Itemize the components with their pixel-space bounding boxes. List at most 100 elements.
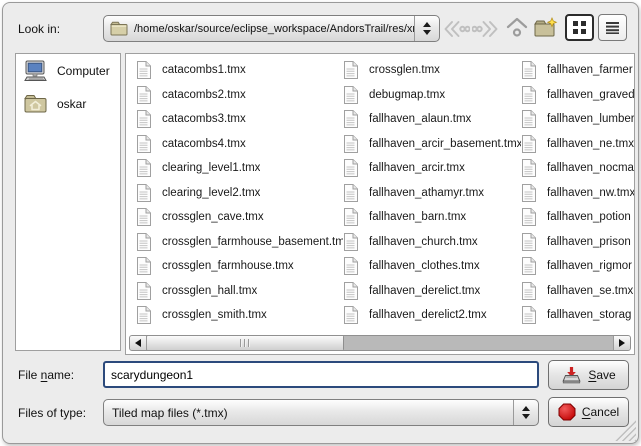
sidebar-item-computer[interactable]: Computer [16, 54, 120, 88]
file-name-label: fallhaven_potion [547, 211, 631, 223]
document-icon [521, 233, 536, 251]
document-icon [521, 110, 536, 128]
file-name-label: fallhaven_arcir_basement.tmx [369, 138, 521, 150]
file-item[interactable]: crossglen_cave.tmx [136, 205, 343, 230]
file-item[interactable]: fallhaven_graved [521, 83, 635, 108]
sidebar-item-oskar[interactable]: oskar [16, 88, 120, 119]
document-icon [343, 159, 358, 177]
save-button[interactable]: Save [548, 360, 629, 390]
file-name-label: clearing_level2.tmx [162, 187, 260, 199]
document-icon [136, 184, 151, 202]
list-view-button[interactable] [598, 14, 627, 41]
document-icon [521, 306, 536, 324]
file-list-grid: catacombs1.tmx catacombs2.tmx catacombs3… [136, 58, 634, 328]
file-item[interactable]: fallhaven_clothes.tmx [343, 254, 521, 279]
scroll-right-icon [619, 339, 625, 347]
file-item[interactable]: fallhaven_arcir.tmx [343, 156, 521, 181]
document-icon [521, 208, 536, 226]
file-item[interactable]: fallhaven_potion [521, 205, 635, 230]
file-item[interactable]: crossglen_farmhouse_basement.tmx [136, 230, 343, 255]
home-folder-icon [24, 94, 48, 113]
grid-view-button[interactable] [565, 14, 594, 41]
file-item[interactable]: crossglen_hall.tmx [136, 279, 343, 304]
file-name-label: fallhaven_alaun.tmx [369, 113, 471, 125]
file-item[interactable]: debugmap.tmx [343, 83, 521, 108]
file-name-label: crossglen_farmhouse_basement.tmx [162, 236, 343, 248]
file-item[interactable]: fallhaven_storag [521, 303, 635, 328]
file-item[interactable]: fallhaven_derelict2.tmx [343, 303, 521, 328]
horizontal-scrollbar[interactable] [129, 335, 631, 351]
file-name-label: catacombs2.tmx [162, 89, 246, 101]
file-item[interactable]: fallhaven_lumber [521, 107, 635, 132]
file-item[interactable]: fallhaven_ne.tmx [521, 132, 635, 157]
file-item[interactable]: catacombs4.tmx [136, 132, 343, 157]
file-name-label: fallhaven_nw.tmx [547, 187, 635, 199]
file-item[interactable]: catacombs2.tmx [136, 83, 343, 108]
look-in-spinner[interactable] [414, 16, 439, 41]
document-icon [136, 61, 151, 79]
file-name-label: fallhaven_lumber [547, 113, 635, 125]
document-icon [343, 61, 358, 79]
file-item[interactable]: fallhaven_arcir_basement.tmx [343, 132, 521, 157]
document-icon [343, 257, 358, 275]
look-in-label: Look in: [18, 22, 60, 36]
file-name-label: fallhaven_derelict2.tmx [369, 309, 487, 321]
document-icon [521, 257, 536, 275]
document-icon [136, 208, 151, 226]
file-item[interactable]: fallhaven_rigmor [521, 254, 635, 279]
file-item[interactable]: clearing_level1.tmx [136, 156, 343, 181]
document-icon [136, 135, 151, 153]
file-item[interactable]: fallhaven_nw.tmx [521, 181, 635, 206]
file-item[interactable]: crossglen.tmx [343, 58, 521, 83]
file-item[interactable]: fallhaven_derelict.tmx [343, 279, 521, 304]
file-name-label: clearing_level1.tmx [162, 162, 260, 174]
back-button[interactable] [443, 17, 469, 41]
file-item[interactable]: fallhaven_church.tmx [343, 230, 521, 255]
file-name-label: fallhaven_storag [547, 309, 631, 321]
up-folder-button[interactable] [504, 15, 530, 39]
file-item[interactable]: crossglen_smith.tmx [136, 303, 343, 328]
file-name-label: fallhaven_farmer [547, 64, 633, 76]
file-item[interactable]: crossglen_farmhouse.tmx [136, 254, 343, 279]
file-name-label: fallhaven_rigmor [547, 260, 632, 272]
scroll-right-button[interactable] [613, 336, 630, 350]
files-of-type-combobox[interactable]: Tiled map files (*.tmx) [103, 399, 539, 426]
file-item[interactable]: catacombs3.tmx [136, 107, 343, 132]
file-name-input[interactable] [103, 361, 539, 388]
look-in-path: /home/oskar/source/eclipse_workspace/And… [128, 23, 414, 35]
file-name-label: fallhaven_clothes.tmx [369, 260, 480, 272]
cancel-button[interactable]: Cancel [548, 397, 629, 427]
spinner-down-icon [522, 414, 530, 419]
forward-button[interactable] [472, 17, 498, 41]
document-icon [136, 110, 151, 128]
file-item[interactable]: fallhaven_barn.tmx [343, 205, 521, 230]
document-icon [343, 184, 358, 202]
file-name-label: crossglen_cave.tmx [162, 211, 264, 223]
file-name-field-label: File name: [18, 368, 74, 382]
file-name-label: fallhaven_se.tmx [547, 285, 633, 297]
look-in-combobox[interactable]: /home/oskar/source/eclipse_workspace/And… [103, 15, 440, 42]
scroll-left-button[interactable] [130, 336, 147, 350]
save-icon [561, 366, 582, 384]
document-icon [136, 159, 151, 177]
file-item[interactable]: clearing_level2.tmx [136, 181, 343, 206]
document-icon [521, 159, 536, 177]
file-item[interactable]: catacombs1.tmx [136, 58, 343, 83]
file-item[interactable]: fallhaven_athamyr.tmx [343, 181, 521, 206]
file-name-label: fallhaven_prison [547, 236, 631, 248]
file-item[interactable]: fallhaven_se.tmx [521, 279, 635, 304]
file-item[interactable]: fallhaven_nocma [521, 156, 635, 181]
scrollbar-thumb[interactable] [147, 336, 344, 350]
file-item[interactable]: fallhaven_farmer [521, 58, 635, 83]
file-name-label: fallhaven_athamyr.tmx [369, 187, 484, 199]
file-item[interactable]: fallhaven_prison [521, 230, 635, 255]
cancel-button-label: Cancel [582, 405, 619, 419]
new-folder-button[interactable] [533, 15, 559, 39]
document-icon [343, 233, 358, 251]
document-icon [343, 208, 358, 226]
folder-icon [104, 21, 128, 36]
document-icon [136, 86, 151, 104]
file-item[interactable]: fallhaven_alaun.tmx [343, 107, 521, 132]
document-icon [136, 306, 151, 324]
files-of-type-spinner[interactable] [513, 400, 538, 425]
